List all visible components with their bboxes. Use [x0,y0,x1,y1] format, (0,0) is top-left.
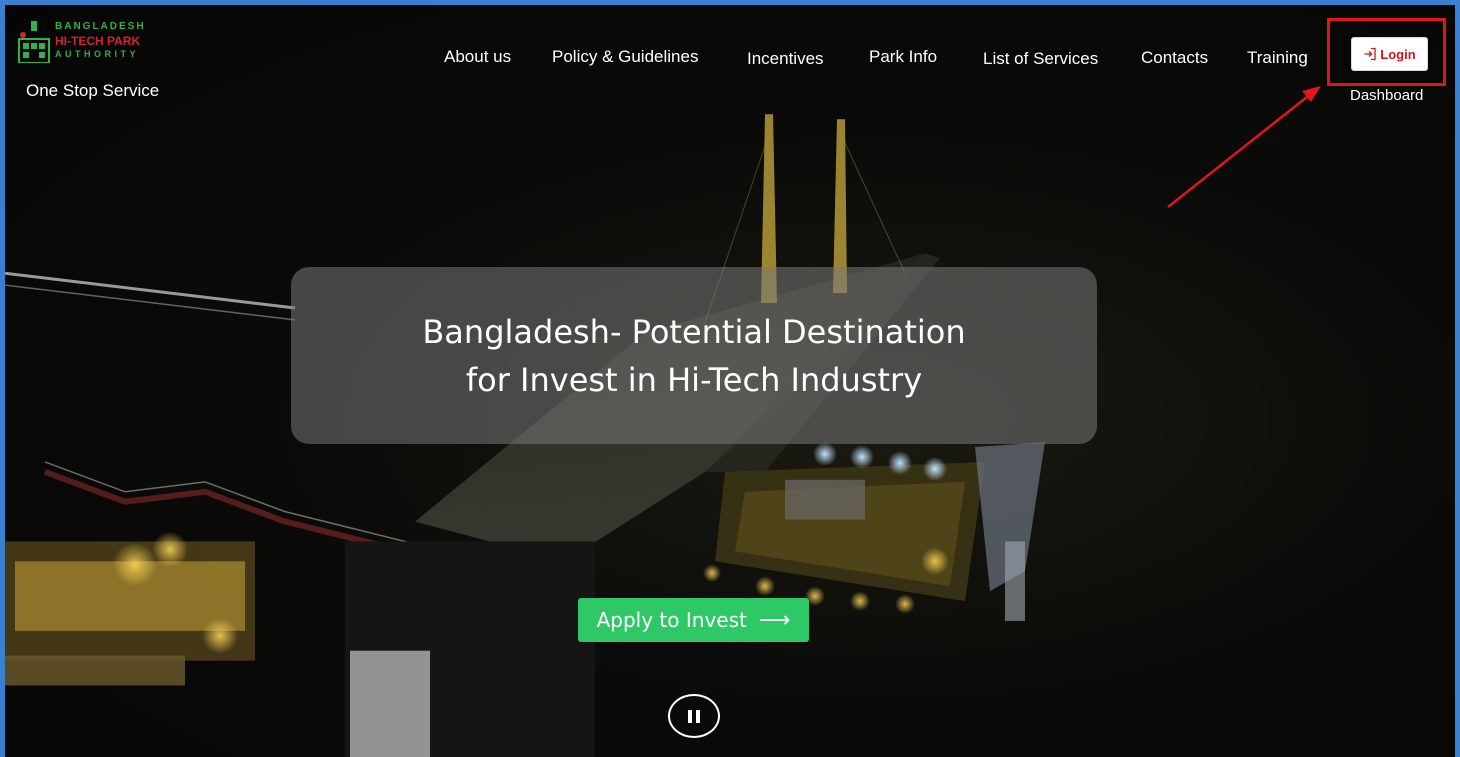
main-navigation: About us Policy & Guidelines Incentives … [5,5,1455,115]
login-label: Login [1380,46,1416,62]
apply-to-invest-button[interactable]: Apply to Invest ⟶ [578,598,809,642]
nav-item-contacts[interactable]: Contacts [1141,48,1208,68]
browser-frame: BANGLADESH HI-TECH PARK AUTHORITY One St… [0,0,1460,757]
nav-item-policy-guidelines[interactable]: Policy & Guidelines [552,47,698,67]
pause-video-button[interactable] [668,694,720,738]
pause-icon [688,709,700,723]
nav-item-incentives[interactable]: Incentives [747,49,824,69]
apply-to-invest-label: Apply to Invest [596,608,747,632]
hero-headline-line2: for Invest in Hi-Tech Industry [465,360,923,399]
nav-item-park-info[interactable]: Park Info [869,47,937,67]
nav-item-about-us[interactable]: About us [444,47,511,67]
nav-item-training[interactable]: Training [1247,48,1308,68]
login-button[interactable]: Login [1351,37,1428,71]
dashboard-link[interactable]: Dashboard [1350,87,1423,104]
nav-item-list-of-services[interactable]: List of Services [983,49,1098,69]
hero-banner: Bangladesh- Potential Destination for In… [291,267,1097,444]
hero-headline-line1: Bangladesh- Potential Destination [422,312,966,351]
login-icon [1364,47,1376,61]
arrow-right-icon: ⟶ [758,607,791,633]
